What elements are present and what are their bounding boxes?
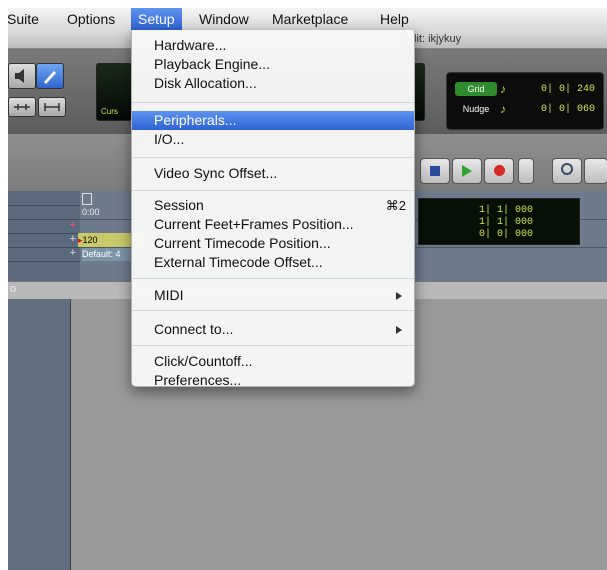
track-list[interactable] xyxy=(8,299,71,570)
nudge-value[interactable]: 0| 0| 060 xyxy=(541,101,595,118)
submenu-arrow-icon xyxy=(396,292,402,300)
main-counter: Curs xyxy=(96,63,132,121)
pencil-icon xyxy=(44,71,56,84)
ruler-row xyxy=(8,191,80,206)
menu-separator xyxy=(132,102,414,103)
menu-suite[interactable]: Suite xyxy=(8,8,46,30)
add-meter-icon[interactable]: + xyxy=(70,233,76,245)
pro-tools-app: Suite Options Setup Window Marketplace H… xyxy=(8,8,607,570)
ruler-row: + xyxy=(8,233,80,248)
menu-item-label: MIDI xyxy=(154,287,184,303)
menu-item-hardware[interactable]: Hardware... xyxy=(132,36,414,55)
session-shortcut: ⌘2 xyxy=(385,198,406,213)
nudge-row[interactable]: Nudge ♪ 0| 0| 060 xyxy=(455,101,599,118)
menu-setup[interactable]: Setup xyxy=(131,8,182,30)
record-button[interactable] xyxy=(484,158,514,184)
ruler-time: 0:00 xyxy=(82,207,100,217)
menu-item-label: Playback Engine... xyxy=(154,56,270,72)
mini-counter-end: 1| 1| 000 xyxy=(478,217,533,228)
submenu-arrow-icon xyxy=(396,326,402,334)
menu-item-label: Hardware... xyxy=(154,37,227,53)
grid-value[interactable]: 0| 0| 240 xyxy=(541,81,595,98)
menu-item-label: Session xyxy=(154,197,204,213)
menu-item-disk-allocation[interactable]: Disk Allocation... xyxy=(132,74,414,93)
grid-row[interactable]: Grid ♪ 0| 0| 240 xyxy=(455,81,599,98)
mini-counter: 1| 1| 000 1| 1| 000 0| 0| 000 xyxy=(418,198,580,245)
menu-item-midi[interactable]: MIDI xyxy=(132,286,414,305)
play-icon xyxy=(462,165,472,177)
menu-item-click-countoff[interactable]: Click/Countoff... xyxy=(132,352,414,371)
link-icon xyxy=(14,104,30,110)
menu-marketplace[interactable]: Marketplace xyxy=(265,8,355,30)
pencil-tool-button[interactable] xyxy=(36,63,64,89)
menu-separator xyxy=(132,157,414,158)
menu-item-session[interactable]: Session ⌘2 xyxy=(132,196,414,215)
playhead-icon[interactable] xyxy=(82,193,92,205)
menu-item-label: Current Timecode Position... xyxy=(154,235,331,251)
menu-item-connect-to[interactable]: Connect to... xyxy=(132,320,414,339)
menu-item-video-sync-offset[interactable]: Video Sync Offset... xyxy=(132,164,414,183)
menu-item-label: Preferences... xyxy=(154,372,242,388)
menu-help[interactable]: Help xyxy=(373,8,416,30)
menu-item-current-feet-frames[interactable]: Current Feet+Frames Position... xyxy=(132,215,414,234)
menu-item-label: Click/Countoff... xyxy=(154,353,253,369)
clock-icon xyxy=(561,163,573,175)
menu-item-label: External Timecode Offset... xyxy=(154,254,323,270)
menu-item-label: Video Sync Offset... xyxy=(154,165,278,181)
insertion-follows-button[interactable] xyxy=(38,97,66,117)
arrows-icon xyxy=(44,103,60,111)
add-marker-icon[interactable]: + xyxy=(70,219,76,231)
ruler-row: + xyxy=(8,219,80,234)
menu-item-playback-engine[interactable]: Playback Engine... xyxy=(132,55,414,74)
menu-item-preferences[interactable]: Preferences... xyxy=(132,371,414,390)
stop-icon xyxy=(430,166,440,176)
link-button[interactable] xyxy=(8,97,36,117)
transport-toggle[interactable] xyxy=(518,158,534,184)
note-icon: ♪ xyxy=(500,82,506,96)
counter-label: Curs xyxy=(101,107,118,116)
zoom-tool-button[interactable] xyxy=(8,63,36,89)
menu-item-external-timecode[interactable]: External Timecode Offset... xyxy=(132,253,414,272)
nudge-label: Nudge xyxy=(462,104,490,114)
menu-item-label: I/O... xyxy=(154,131,185,147)
menu-separator xyxy=(132,278,414,279)
ruler-row xyxy=(8,205,80,220)
stop-button[interactable] xyxy=(420,158,450,184)
menu-item-label: Peripherals... xyxy=(154,112,237,128)
menu-item-label: Connect to... xyxy=(154,321,234,337)
speaker-icon xyxy=(15,69,24,83)
grid-nudge-panel: Grid ♪ 0| 0| 240 Nudge ♪ 0| 0| 060 xyxy=(446,72,604,130)
menu-item-io[interactable]: I/O... xyxy=(132,130,414,149)
settings-button[interactable] xyxy=(584,158,607,184)
menu-item-peripherals[interactable]: Peripherals... xyxy=(132,111,414,130)
ruler-labels: + + + xyxy=(8,191,80,281)
note-icon: ♪ xyxy=(500,102,506,116)
menu-separator xyxy=(132,310,414,311)
menu-item-current-timecode[interactable]: Current Timecode Position... xyxy=(132,234,414,253)
track-label: o xyxy=(10,283,17,295)
add-tempo-icon[interactable]: + xyxy=(70,247,76,259)
tempo-value: 120 xyxy=(82,235,98,245)
menu-separator xyxy=(132,345,414,346)
menu-bar: Suite Options Setup Window Marketplace H… xyxy=(8,8,607,31)
setup-menu: Hardware... Playback Engine... Disk Allo… xyxy=(131,30,415,390)
menu-options[interactable]: Options xyxy=(60,8,122,30)
menu-separator xyxy=(132,190,414,191)
ruler-row: + xyxy=(8,247,80,262)
meter-value: Default: 4 xyxy=(82,249,121,259)
menu-item-label: Disk Allocation... xyxy=(154,75,257,91)
record-icon xyxy=(493,165,505,176)
mini-counter-length: 0| 0| 000 xyxy=(478,229,533,240)
menu-item-label: Current Feet+Frames Position... xyxy=(154,216,354,232)
grid-label: Grid xyxy=(455,82,497,96)
menu-window[interactable]: Window xyxy=(192,8,256,30)
clock-button[interactable] xyxy=(552,158,582,184)
play-button[interactable] xyxy=(452,158,482,184)
mini-counter-start: 1| 1| 000 xyxy=(478,205,533,216)
